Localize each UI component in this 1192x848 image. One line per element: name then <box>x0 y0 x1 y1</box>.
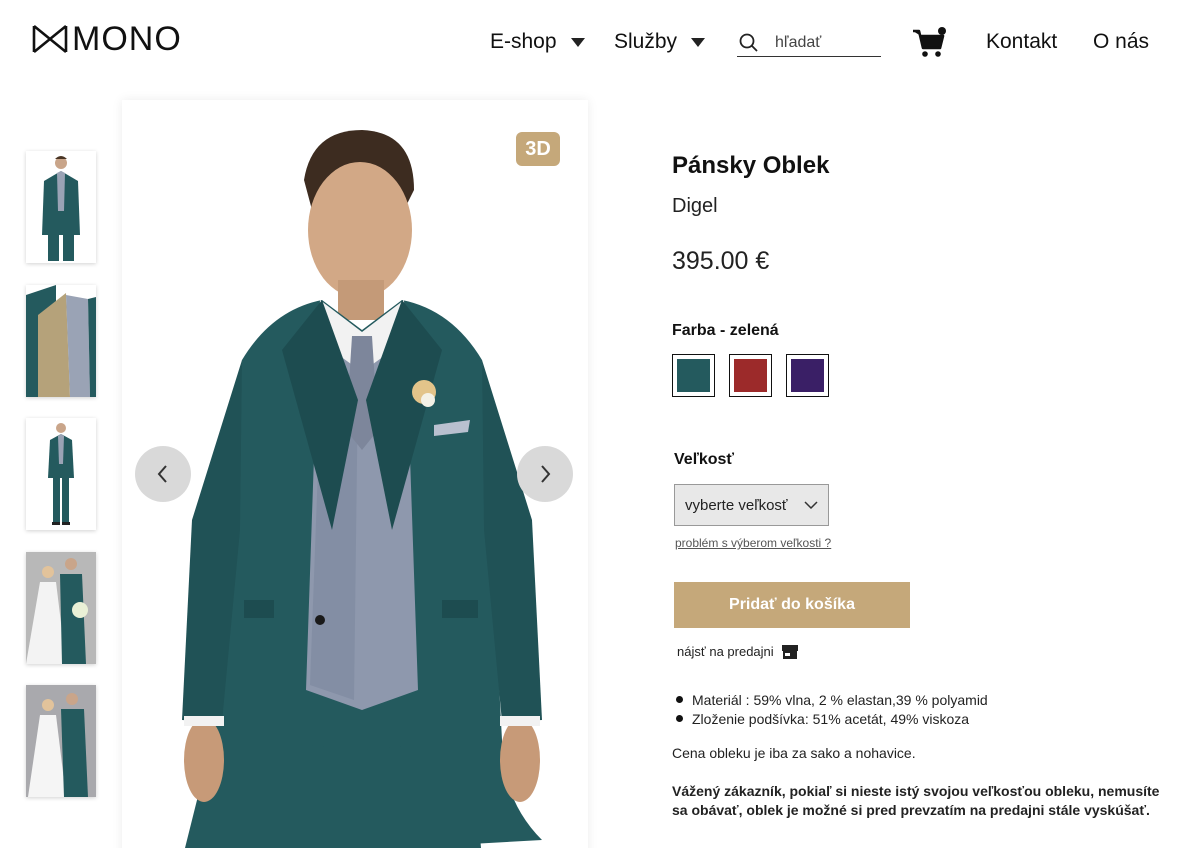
store-icon <box>781 644 798 659</box>
nav-sluzby-label: Služby <box>614 30 678 53</box>
nav-onas-label: O nás <box>1093 30 1150 53</box>
size-label: Veľkosť <box>674 451 735 468</box>
size-select-value: vyberte veľkosť <box>685 496 788 514</box>
color-swatch-fill <box>677 359 710 392</box>
size-help-link[interactable]: problém s výberom veľkosti ? <box>675 536 831 550</box>
color-swatch-fill <box>791 359 824 392</box>
chevron-down-icon <box>691 37 706 47</box>
color-swatch-green[interactable] <box>672 354 715 397</box>
thumbnail-couple-2[interactable] <box>26 685 96 797</box>
color-label: Farba - zelená <box>672 322 779 339</box>
price-note: Cena obleku je iba za sako a nohavice. <box>672 745 916 761</box>
thumbnail-front[interactable] <box>26 151 96 263</box>
color-swatch-red[interactable] <box>729 354 772 397</box>
product-price: 395.00 € <box>672 247 770 275</box>
search-icon[interactable] <box>739 33 759 53</box>
search-input[interactable] <box>775 34 875 52</box>
color-swatch-fill <box>734 359 767 392</box>
logo[interactable]: MONO <box>32 22 182 56</box>
logo-text: MONO <box>72 20 182 58</box>
cart-icon <box>913 27 946 57</box>
color-swatch-purple[interactable] <box>786 354 829 397</box>
add-to-cart-button[interactable]: Pridať do košíka <box>674 582 910 628</box>
product-title: Pánsky Oblek <box>672 152 830 179</box>
find-in-store-link[interactable]: nájsť na predajni <box>677 644 798 659</box>
view-3d-badge[interactable]: 3D <box>516 132 560 166</box>
spec-item: Materiál : 59% vlna, 2 % elastan,39 % po… <box>676 690 988 709</box>
chevron-down-icon <box>570 37 585 47</box>
nav-eshop[interactable]: E-shop <box>490 26 585 58</box>
nav-onas[interactable]: O nás <box>1093 26 1149 58</box>
find-in-store-label: nájsť na predajni <box>677 644 774 659</box>
thumbnail-lining[interactable] <box>26 285 96 397</box>
customer-note: Vážený zákazník, pokiaľ si nieste istý s… <box>672 783 1160 818</box>
nav-sluzby[interactable]: Služby <box>614 26 706 58</box>
gallery-next-button[interactable] <box>517 446 573 502</box>
size-select[interactable]: vyberte veľkosť <box>674 484 829 526</box>
search-bar <box>737 30 881 57</box>
nav-kontakt-label: Kontakt <box>986 30 1058 53</box>
nav-kontakt[interactable]: Kontakt <box>986 26 1057 58</box>
chevron-down-icon <box>804 501 818 510</box>
thumbnail-full-length[interactable] <box>26 418 96 530</box>
spec-list: Materiál : 59% vlna, 2 % elastan,39 % po… <box>676 690 988 728</box>
chevron-right-icon <box>541 465 551 483</box>
nav-eshop-label: E-shop <box>490 30 557 53</box>
spec-item: Zloženie podšívka: 51% acetát, 49% visko… <box>676 709 988 728</box>
chevron-left-icon <box>157 465 167 483</box>
product-brand: Digel <box>672 195 718 217</box>
cart-button[interactable] <box>912 26 948 60</box>
gallery-prev-button[interactable] <box>135 446 191 502</box>
thumbnail-couple-1[interactable] <box>26 552 96 664</box>
logo-mark-icon <box>32 24 68 54</box>
